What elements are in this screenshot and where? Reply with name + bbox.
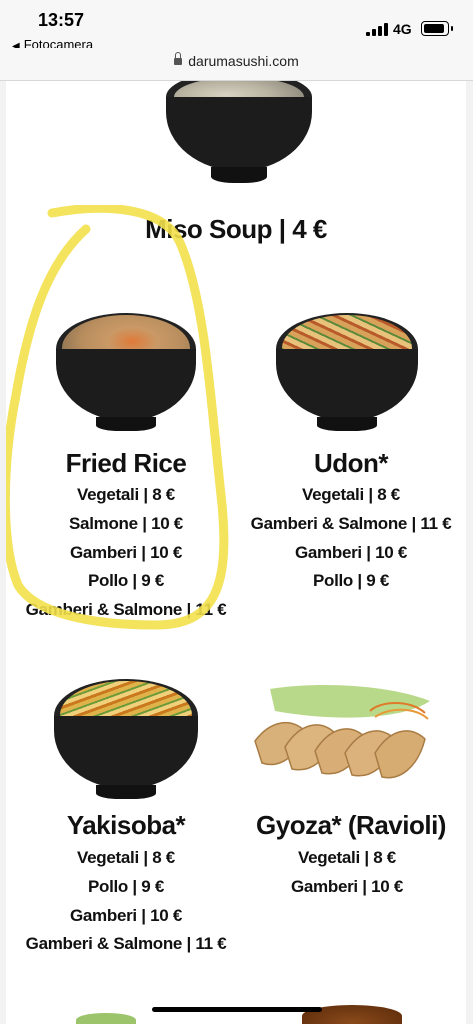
url-text: darumasushi.com bbox=[188, 53, 299, 69]
yakisoba-option: Gamberi & Salmone | 11 € bbox=[25, 934, 227, 953]
gyoza-title: Gyoza* (Ravioli) bbox=[256, 810, 446, 840]
menu-page: Miso Soup | 4 € Fried Rice Vegetali | 8 … bbox=[6, 81, 466, 1024]
udon-option: Gamberi | 10 € bbox=[294, 543, 408, 562]
udon-option: Pollo | 9 € bbox=[312, 571, 390, 590]
fried-rice-option: Gamberi | 10 € bbox=[69, 543, 183, 562]
gyoza-image bbox=[254, 685, 430, 779]
fried-rice-title: Fried Rice bbox=[65, 448, 187, 478]
yakisoba-image bbox=[54, 679, 198, 801]
yakisoba-option: Gamberi | 10 € bbox=[69, 906, 183, 925]
url-display[interactable]: darumasushi.com bbox=[0, 52, 473, 69]
next-item-image bbox=[76, 1013, 136, 1024]
fried-rice-option: Gamberi & Salmone | 11 € bbox=[25, 600, 227, 619]
lock-icon bbox=[174, 52, 183, 65]
yakisoba-title: Yakisoba* bbox=[66, 810, 186, 840]
yakisoba-option: Pollo | 9 € bbox=[87, 877, 165, 896]
home-indicator[interactable] bbox=[152, 1007, 322, 1012]
fried-rice-option: Pollo | 9 € bbox=[87, 571, 165, 590]
miso-soup-image bbox=[166, 81, 312, 191]
fried-rice-option: Vegetali | 8 € bbox=[77, 485, 175, 504]
gyoza-option: Vegetali | 8 € bbox=[298, 848, 396, 867]
fried-rice-option: Salmone | 10 € bbox=[69, 514, 183, 533]
udon-option: Gamberi & Salmone | 11 € bbox=[250, 514, 452, 533]
address-bar[interactable]: darumasushi.com bbox=[0, 48, 473, 81]
status-bar: 13:57 ◀ Fotocamera 4G bbox=[0, 0, 473, 52]
udon-option: Vegetali | 8 € bbox=[302, 485, 400, 504]
miso-soup-title: Miso Soup | 4 € bbox=[145, 214, 327, 244]
battery-icon bbox=[421, 21, 453, 36]
status-time: 13:57 bbox=[38, 10, 85, 30]
udon-image bbox=[276, 313, 418, 433]
network-type: 4G bbox=[393, 21, 412, 37]
fried-rice-image bbox=[56, 313, 196, 433]
udon-title: Udon* bbox=[313, 448, 389, 478]
gyoza-option: Gamberi | 10 € bbox=[290, 877, 404, 896]
yakisoba-option: Vegetali | 8 € bbox=[77, 848, 175, 867]
signal-icon bbox=[366, 22, 388, 36]
